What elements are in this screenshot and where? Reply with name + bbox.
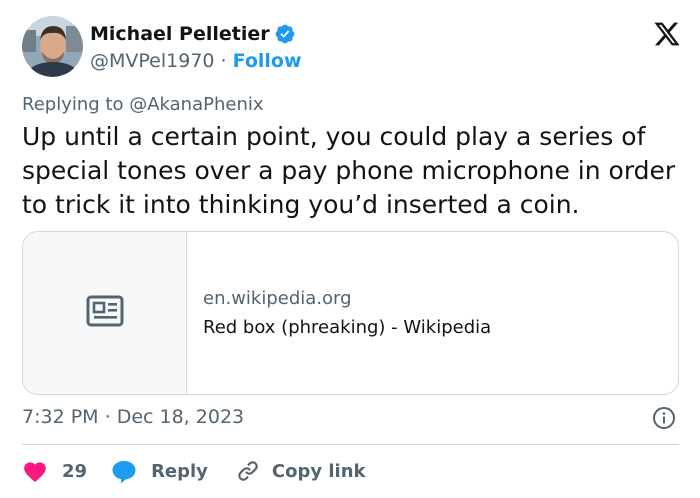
card-domain: en.wikipedia.org	[203, 288, 352, 309]
x-logo-icon[interactable]	[652, 20, 682, 48]
card-thumbnail	[23, 232, 187, 394]
copy-link-button[interactable]: Copy link	[236, 459, 366, 483]
separator-dot: ·	[220, 50, 227, 72]
tweet-header: Michael Pelletier @MVPel1970 · Follow	[22, 16, 682, 78]
action-bar: 29 Reply Copy link	[22, 456, 366, 486]
tweet-date: Dec 18, 2023	[116, 406, 245, 428]
author-block: Michael Pelletier @MVPel1970 · Follow	[90, 22, 302, 72]
card-info: en.wikipedia.org Red box (phreaking) - W…	[203, 288, 491, 338]
reply-context: Replying to @AkanaPhenix	[22, 94, 264, 115]
reply-label: Reply	[151, 460, 208, 482]
reply-button[interactable]: Reply	[111, 459, 208, 483]
tweet-text: Up until a certain point, you could play…	[22, 122, 676, 219]
follow-button[interactable]: Follow	[233, 50, 302, 72]
reply-mention[interactable]: @AkanaPhenix	[129, 94, 263, 115]
name-row: Michael Pelletier	[90, 22, 302, 46]
tweet-timestamp[interactable]: 7:32 PM · Dec 18, 2023	[22, 406, 244, 428]
speech-bubble-icon	[111, 459, 137, 483]
verified-badge-icon	[274, 23, 296, 45]
author-handle[interactable]: @MVPel1970	[90, 50, 215, 72]
like-button[interactable]: 29	[22, 459, 87, 483]
like-count: 29	[62, 460, 88, 482]
link-card[interactable]: en.wikipedia.org Red box (phreaking) - W…	[22, 231, 679, 395]
reply-prefix: Replying to	[22, 94, 124, 115]
card-title[interactable]: Red box (phreaking) - Wikipedia	[203, 317, 491, 338]
author-name[interactable]: Michael Pelletier	[90, 23, 270, 45]
avatar[interactable]	[22, 16, 83, 77]
tweet-embed: Michael Pelletier @MVPel1970 · Follow Re…	[0, 0, 700, 498]
link-icon	[236, 459, 260, 483]
divider	[22, 444, 679, 445]
info-icon[interactable]	[652, 406, 676, 430]
timestamp-separator: ·	[104, 406, 111, 428]
copy-link-label: Copy link	[271, 460, 366, 482]
tweet-time: 7:32 PM	[22, 406, 99, 428]
heart-icon	[22, 459, 48, 483]
handle-row: @MVPel1970 · Follow	[90, 50, 302, 72]
article-icon	[86, 295, 124, 331]
